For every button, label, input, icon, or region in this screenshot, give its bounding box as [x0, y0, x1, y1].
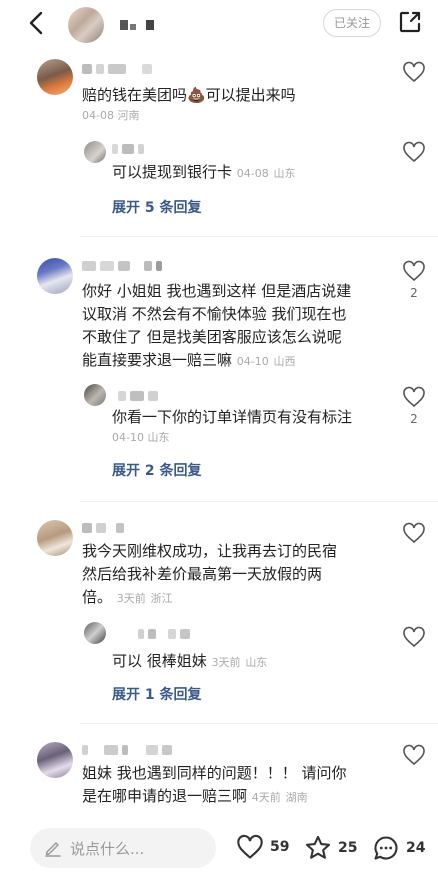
author-avatar[interactable] [68, 7, 104, 43]
avatar[interactable] [84, 622, 106, 644]
comment-item: 我今天刚维权成功，让我再去订的民宿 然后给我补差价最高第一天放假的两 倍。 3天… [0, 514, 438, 724]
like-heart-icon[interactable] [402, 522, 426, 544]
comment-text: 你好 小姐姐 我也遇到这样 但是酒店说建 议取消 不然会有不愉快体验 我们现在也… [82, 282, 352, 369]
expand-replies-link[interactable]: 展开 5 条回复 [112, 197, 202, 217]
avatar[interactable] [84, 384, 106, 406]
divider [80, 501, 438, 502]
comment-text: 我今天刚维权成功，让我再去订的民宿 然后给我补差价最高第一天放假的两 倍。 3天… [82, 542, 338, 606]
comment-text: 赔的钱在美团吗💩可以提出来吗 [82, 86, 296, 104]
like-heart-icon[interactable] [402, 386, 426, 408]
star-icon [305, 835, 331, 859]
reply-text: 你看一下你的订单详情页有没有标注 04-10 山东 [112, 408, 353, 444]
like-count: 2 [410, 412, 418, 426]
username-blurred [82, 63, 152, 75]
avatar[interactable] [37, 742, 73, 778]
like-heart-icon[interactable] [402, 626, 426, 648]
comment-item: 姐妹 我也遇到同样的问题！！！ 请问你 是在哪申请的退一赔三啊 4天前 湖南 [0, 736, 438, 816]
header-bar: 已关注 [0, 0, 438, 48]
reply-username-blurred [112, 143, 144, 155]
comment-button[interactable]: 24 [372, 834, 425, 862]
expand-replies-link[interactable]: 展开 1 条回复 [112, 684, 202, 704]
avatar[interactable] [37, 59, 73, 95]
like-heart-icon[interactable] [402, 260, 426, 282]
comment-meta: 04-08 河南 [82, 109, 140, 122]
back-arrow-icon[interactable] [22, 8, 52, 38]
username-blurred [82, 522, 124, 534]
like-heart-icon[interactable] [402, 141, 426, 163]
like-button[interactable]: 59 [236, 834, 289, 860]
like-heart-icon[interactable] [402, 61, 426, 83]
author-name-blurred [120, 20, 154, 30]
comment-input-placeholder: 说点什么... [70, 839, 145, 858]
avatar[interactable] [37, 520, 73, 556]
like-count: 2 [410, 286, 418, 300]
comment-item: 你好 小姐姐 我也遇到这样 但是酒店说建 议取消 不然会有不愉快体验 我们现在也… [0, 252, 438, 502]
favorite-button[interactable]: 25 [304, 834, 357, 862]
favorite-total: 25 [338, 840, 358, 856]
divider [80, 723, 438, 724]
heart-icon [237, 834, 263, 859]
chat-bubble-icon [374, 836, 398, 860]
comment-item: 赔的钱在美团吗💩可以提出来吗 04-08 河南 可以提现到银行卡 04-08 山… [0, 55, 438, 235]
follow-button[interactable]: 已关注 [323, 9, 381, 37]
share-icon[interactable] [398, 10, 422, 34]
comment-text: 姐妹 我也遇到同样的问题！！！ 请问你 是在哪申请的退一赔三啊 4天前 湖南 [82, 764, 347, 805]
divider [80, 236, 438, 237]
avatar[interactable] [37, 258, 73, 294]
comment-total: 24 [406, 840, 426, 856]
pencil-icon [45, 842, 61, 857]
username-blurred [82, 744, 172, 756]
bottom-action-bar: 说点什么... 59 25 24 [0, 822, 438, 872]
reply-username-blurred [112, 628, 190, 640]
reply-text: 可以提现到银行卡 04-08 山东 [112, 163, 296, 181]
reply-username-blurred [112, 390, 158, 402]
comment-input[interactable]: 说点什么... [30, 828, 216, 868]
reply-text: 可以 很棒姐妹 3天前 山东 [112, 652, 268, 670]
like-total: 59 [270, 839, 290, 855]
username-blurred [82, 260, 162, 272]
expand-replies-link[interactable]: 展开 2 条回复 [112, 460, 202, 480]
avatar[interactable] [84, 141, 106, 163]
like-heart-icon[interactable] [402, 744, 426, 766]
